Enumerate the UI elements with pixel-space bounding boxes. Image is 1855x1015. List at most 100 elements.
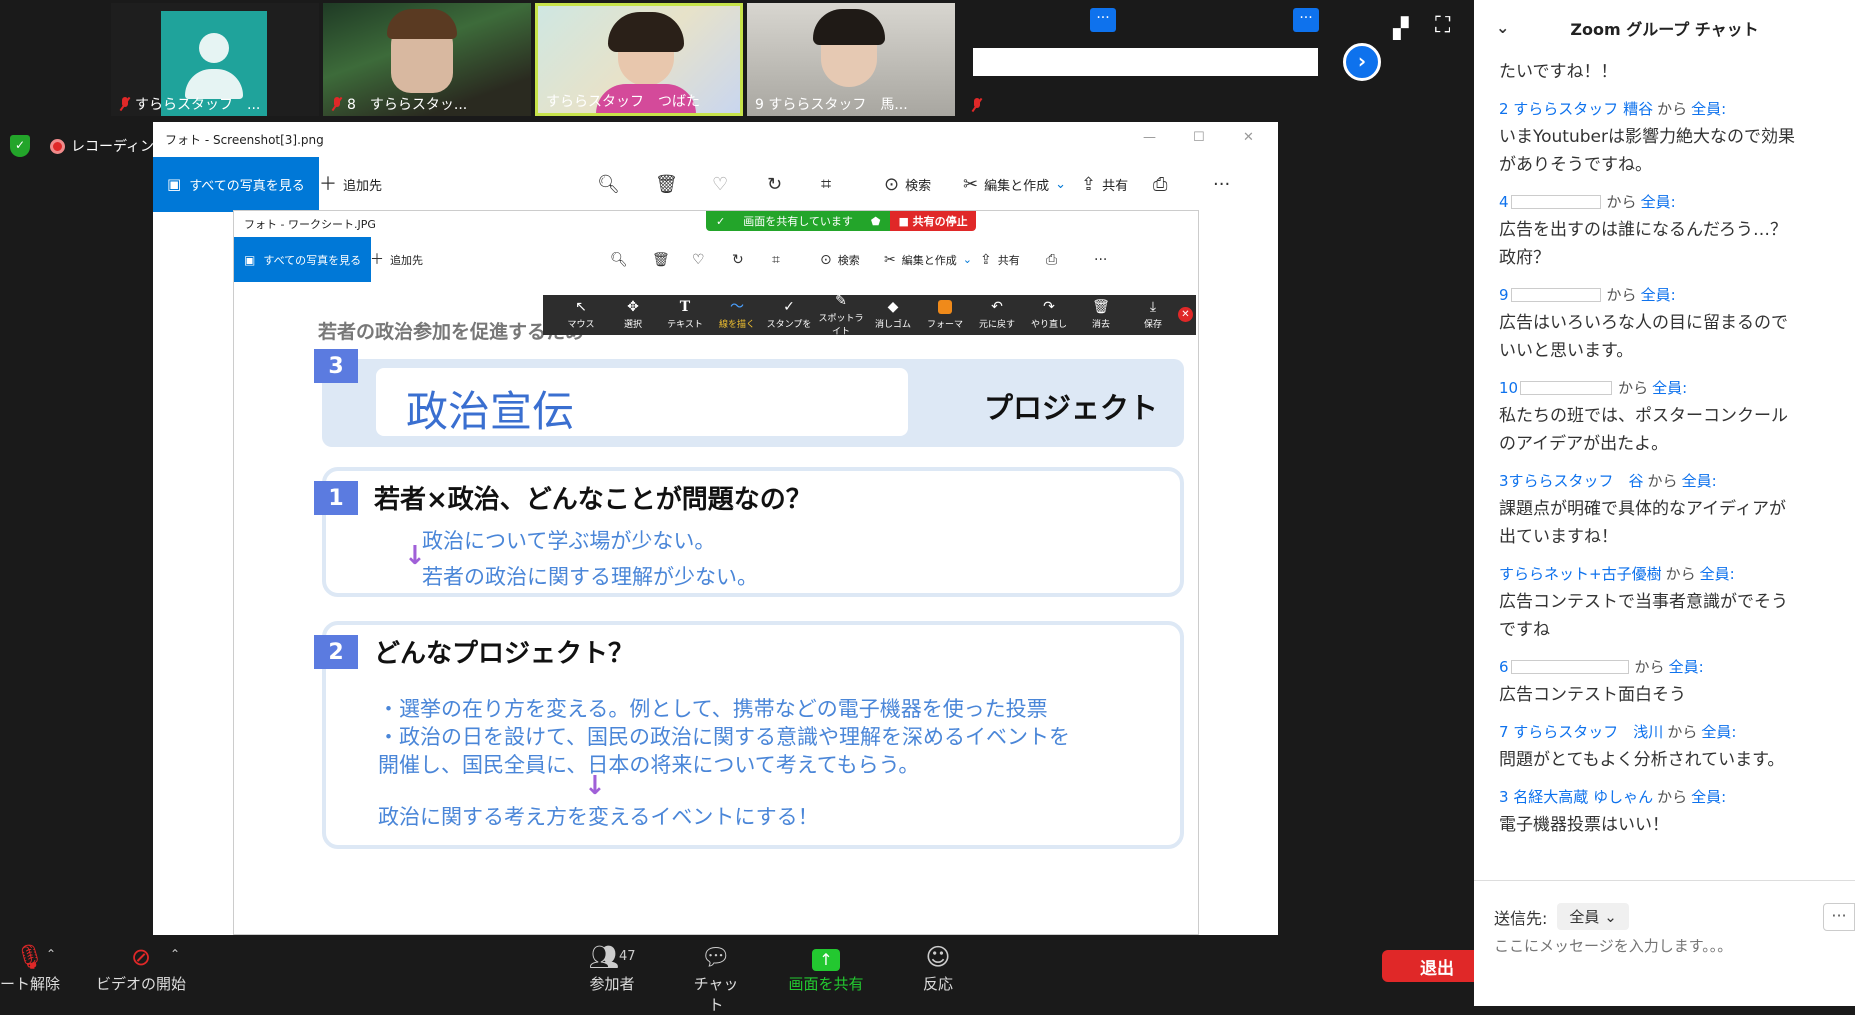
- tile-more-button[interactable]: ···: [1293, 8, 1319, 32]
- fullscreen-icon[interactable]: ⛶: [1435, 13, 1450, 38]
- recording-indicator[interactable]: レコーディング: [50, 136, 168, 156]
- edit-icon: ✂: [963, 173, 979, 195]
- chevron-up-icon[interactable]: ⌃: [170, 947, 180, 961]
- minimize-button[interactable]: —: [1143, 130, 1156, 145]
- message-sender: 6 から 全員:: [1499, 657, 1704, 677]
- chat-message-input[interactable]: [1494, 937, 1814, 955]
- message-sender: 10 から 全員:: [1499, 378, 1688, 398]
- video-tile-1[interactable]: すららスタッフ ...: [111, 3, 319, 116]
- message-sender: すららネット+古子優樹 から 全員:: [1499, 565, 1735, 583]
- participants-button[interactable]: 👥︎47 参加者: [580, 941, 644, 994]
- anno-tool-eraser[interactable]: ◆ 消しゴム: [867, 300, 919, 330]
- tile-more-button[interactable]: ···: [1090, 8, 1116, 32]
- inner-photos-window: フォト - ワークシート.JPG ✓ 画面を共有しています ⬟ ■ 共有の停止 ▣ す…: [233, 210, 1199, 935]
- print-icon: ⎙: [1153, 173, 1168, 195]
- anno-tool-undo[interactable]: ↶ 元に戻す: [971, 300, 1023, 330]
- message-text: 広告コンテストで当事者意識がでそう ですね: [1499, 592, 1788, 640]
- send-to-row: 送信先: 全員 ⌄: [1494, 903, 1629, 930]
- chevron-down-icon: ⌄: [1604, 908, 1617, 926]
- share-screen-button[interactable]: ↑ 画面を共有: [782, 941, 870, 994]
- all-photos-button[interactable]: ▣ すべての写真を見る: [153, 157, 319, 212]
- rotate-button[interactable]: ↻: [767, 157, 782, 212]
- anno-tool-select[interactable]: ✥ 選択: [607, 300, 659, 330]
- worksheet-title: 政治宣伝: [406, 387, 575, 436]
- mic-muted-icon: [971, 98, 983, 112]
- delete-button[interactable]: 🗑︎: [652, 237, 670, 282]
- search-button[interactable]: ⊙ 検索: [820, 237, 860, 282]
- photos-toolbar: ▣ すべての写真を見る ＋追加先 🔍︎ 🗑︎ ♡ ↻ ⌗ ⊙ 検索 ✂ 編集と作成 ⌄ …: [153, 157, 1278, 212]
- next-page-button[interactable]: ›: [1343, 43, 1381, 81]
- crop-button[interactable]: ⌗: [772, 237, 780, 282]
- chat-more-button[interactable]: ···: [1823, 903, 1855, 931]
- answer-1-line-1: 政治について学ぶ場が少ない。: [422, 529, 716, 553]
- more-button[interactable]: ···: [1094, 237, 1107, 282]
- answer-1-line-2: 若者の政治に関する理解が少ない。: [422, 565, 758, 589]
- photos-window: フォト - Screenshot[3].png — ☐ ✕ ▣ すべての写真を見る…: [153, 122, 1278, 935]
- share-button[interactable]: ⇪ 共有: [980, 237, 1020, 282]
- anno-tool-save[interactable]: ⤓ 保存: [1127, 300, 1179, 330]
- all-photos-button[interactable]: ▣ すべての写真を見る: [234, 237, 372, 282]
- video-tile-4[interactable]: 9 すららスタッフ 馬...: [747, 3, 955, 116]
- crop-button[interactable]: ⌗: [821, 157, 831, 212]
- zoom-button[interactable]: 🔍︎: [610, 237, 628, 282]
- security-shield-icon[interactable]: ✓: [10, 135, 30, 157]
- question-1-box: 1 若者×政治、どんなことが問題なの？ ↓ 政治について学ぶ場が少ない。 若者の…: [314, 467, 1184, 597]
- eraser-icon: ◆: [887, 299, 899, 315]
- worksheet-image: 若者の政治参加を促進するため 3 政治宣伝 プロジェクト 1 若者×政治、どんな…: [304, 303, 1196, 923]
- share-button[interactable]: ⇪ 共有: [1081, 157, 1128, 212]
- anno-tool-format[interactable]: フォーマ: [919, 300, 971, 330]
- title-box: 政治宣伝: [376, 368, 908, 436]
- anno-tool-redo[interactable]: ↷ やり直し: [1023, 300, 1075, 330]
- anno-tool-stamp[interactable]: ✓ スタンプを: [763, 300, 815, 330]
- share-icon: ⇪: [980, 251, 992, 268]
- print-button[interactable]: ⎙: [1153, 157, 1167, 212]
- photos-toolbar: ▣ すべての写真を見る ＋追加先 🔍︎ 🗑︎ ♡ ↻ ⌗ ⊙ 検索 ✂ 編集と作成 ⌄ …: [234, 237, 1198, 282]
- add-to-button[interactable]: ＋追加先: [370, 237, 423, 282]
- anno-tool-spotlight[interactable]: ✎ スポットライト: [815, 294, 867, 337]
- more-button[interactable]: ···: [1213, 157, 1230, 212]
- mic-muted-icon: 🎙︎: [14, 943, 46, 971]
- zoom-button[interactable]: 🔍︎: [597, 157, 620, 212]
- anno-close-icon[interactable]: ✕: [1178, 307, 1193, 322]
- close-button[interactable]: ✕: [1243, 130, 1254, 145]
- anno-tool-draw[interactable]: 〜線を描く: [711, 300, 763, 330]
- maximize-button[interactable]: ☐: [1193, 130, 1205, 145]
- video-tile-3[interactable]: すららスタッフ つばた: [535, 3, 743, 116]
- video-tile-5[interactable]: [959, 3, 1167, 116]
- anno-tool-mouse[interactable]: ↖ マウス: [555, 300, 607, 330]
- undo-icon: ↶: [991, 299, 1003, 315]
- gallery-view-icon[interactable]: ▞: [1393, 16, 1408, 40]
- chevron-up-icon[interactable]: ⌃: [46, 947, 56, 961]
- send-to-label: 送信先:: [1494, 908, 1548, 928]
- more-icon: ···: [1213, 173, 1231, 195]
- message-text: 広告を出すのは誰になるんだろう…？ 政府？: [1499, 220, 1787, 268]
- favorite-button[interactable]: ♡: [712, 157, 728, 212]
- add-to-button[interactable]: ＋追加先: [319, 157, 382, 212]
- anno-tool-clear[interactable]: 🗑︎ 消去: [1075, 300, 1127, 330]
- chat-button[interactable]: 💬︎ チャット: [688, 941, 744, 1015]
- anno-tool-text[interactable]: T テキスト: [659, 300, 711, 330]
- stop-share-button[interactable]: ■ 共有の停止: [890, 211, 976, 231]
- chat-message: 7 すららスタッフ 浅川 から 全員: 問題がとてもよく分析されています。: [1499, 721, 1844, 774]
- video-tile-2[interactable]: 8 すららスタッ...: [323, 3, 531, 116]
- chevron-down-icon[interactable]: ⌄: [1496, 18, 1509, 37]
- share-icon: ⇪: [1081, 173, 1097, 195]
- send-to-select[interactable]: 全員 ⌄: [1557, 903, 1629, 930]
- arrow-down-icon: ↓: [584, 771, 606, 801]
- delete-button[interactable]: 🗑︎: [655, 157, 678, 212]
- rotate-button[interactable]: ↻: [732, 237, 744, 282]
- format-color-icon: [938, 300, 952, 314]
- reactions-button[interactable]: ☺ 反応: [916, 941, 960, 994]
- chat-message: 9 から 全員: 広告はいろいろな人の目に留まるので いいと思います。: [1499, 284, 1844, 365]
- search-button[interactable]: ⊙ 検索: [884, 157, 931, 212]
- edit-create-button[interactable]: ✂ 編集と作成 ⌄: [884, 237, 972, 282]
- message-sender: 9 から 全員:: [1499, 285, 1676, 305]
- print-button[interactable]: ⎙: [1046, 237, 1057, 282]
- heart-icon: ♡: [692, 251, 705, 268]
- message-text: たいですね！！: [1499, 62, 1618, 82]
- favorite-button[interactable]: ♡: [692, 237, 705, 282]
- question-2-box: 2 どんなプロジェクト？ ・選挙の在り方を変える。例として、携帯などの電子機器を…: [314, 621, 1184, 849]
- plus-icon: ＋: [370, 251, 384, 268]
- download-icon: ⤓: [1149, 299, 1157, 315]
- edit-create-button[interactable]: ✂ 編集と作成 ⌄: [963, 157, 1066, 212]
